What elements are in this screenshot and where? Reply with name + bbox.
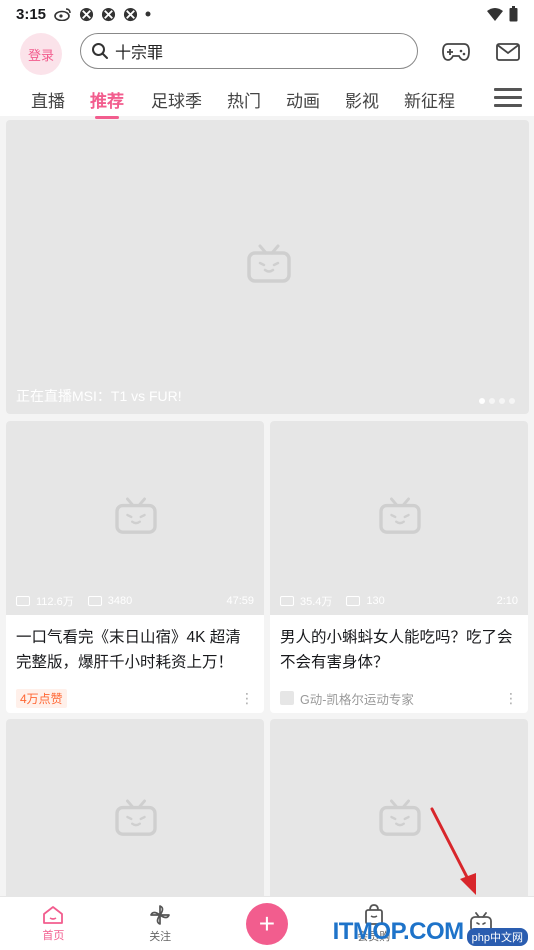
video-stats: 35.4万 130 2:10	[280, 593, 518, 609]
menu-line	[494, 103, 522, 107]
video-thumbnail: 112.6万 3480 47:59	[6, 421, 264, 615]
search-input[interactable]: 十宗罪	[80, 33, 418, 69]
menu-line	[494, 95, 522, 99]
play-count-icon	[280, 596, 294, 606]
annotation-arrow-icon	[430, 807, 476, 895]
search-icon	[92, 43, 108, 59]
publish-button[interactable]: +	[245, 902, 288, 945]
more-options-icon[interactable]: ⋮	[240, 691, 254, 705]
video-duration: 2:10	[496, 595, 518, 607]
home-icon	[43, 905, 64, 924]
tab-live[interactable]: 直播	[31, 87, 65, 112]
nav-home[interactable]: 首页	[0, 897, 107, 950]
pager-dot	[489, 398, 495, 404]
tab-new-journey[interactable]: 新征程	[404, 87, 455, 112]
comment-count-icon	[87, 596, 102, 606]
video-card[interactable]: 35.4万 130 2:10 男人的小蝌蚪女人能吃吗？吃了会不会有害身体？ G动…	[270, 421, 528, 713]
search-text: 十宗罪	[115, 45, 164, 62]
status-notification-icons	[54, 7, 151, 22]
more-options-icon[interactable]: ⋮	[504, 691, 518, 705]
tv-placeholder-icon	[115, 799, 157, 836]
app-screen: 3:15 登录 十宗罪 直播 推荐 足球季 热门 动画 影视 新征程 正在直播M…	[0, 0, 534, 950]
comment-count: 3480	[107, 595, 133, 607]
live-banner[interactable]: 正在直播MSI：T1 vs FUR!	[6, 120, 529, 414]
video-card[interactable]	[270, 719, 528, 919]
pager-dot	[499, 398, 505, 404]
tab-football[interactable]: 足球季	[151, 87, 202, 112]
battery-icon	[509, 6, 518, 22]
video-title: 男人的小蝌蚪女人能吃吗？吃了会不会有害身体？	[280, 629, 513, 671]
banner-title: 正在直播MSI：T1 vs FUR!	[16, 388, 182, 404]
author-avatar	[280, 691, 294, 705]
nav-follow[interactable]: 关注	[107, 897, 214, 950]
video-card[interactable]: 112.6万 3480 47:59 一口气看完《末日山宿》4K 超清完整版，爆肝…	[6, 421, 264, 713]
video-meta: G动-凯格尔运动专家 ⋮	[270, 687, 528, 709]
app-icon	[123, 7, 138, 21]
nav-follow-label: 关注	[149, 930, 172, 943]
status-system-icons	[487, 6, 518, 22]
pager-dot	[479, 398, 485, 404]
video-meta: 4万点赞 ⋮	[6, 687, 264, 709]
likes-badge: 4万点赞	[16, 688, 67, 708]
login-button[interactable]: 登录	[20, 33, 62, 75]
dot-icon	[145, 11, 151, 17]
wifi-icon	[487, 7, 503, 21]
mail-icon	[496, 43, 520, 61]
game-icon	[442, 43, 470, 61]
view-count: 112.6万	[36, 596, 74, 608]
comment-count-icon	[346, 596, 361, 606]
video-thumbnail: 35.4万 130 2:10	[270, 421, 528, 615]
video-title: 一口气看完《末日山宿》4K 超清完整版，爆肝千小时耗资上万！	[16, 629, 241, 671]
watermark-badge: php中文网	[466, 928, 528, 946]
comment-count: 130	[366, 595, 385, 607]
nav-home-label: 首页	[42, 929, 65, 942]
video-thumbnail	[6, 719, 264, 919]
play-count-icon	[16, 596, 30, 606]
channel-menu-button[interactable]	[494, 82, 522, 112]
video-card[interactable]	[6, 719, 264, 919]
tab-anime[interactable]: 动画	[286, 87, 320, 112]
tv-placeholder-icon	[247, 244, 291, 283]
tab-hot[interactable]: 热门	[227, 87, 261, 112]
menu-line	[494, 87, 522, 91]
pinwheel-icon	[150, 904, 171, 925]
game-button[interactable]	[442, 38, 470, 66]
video-duration: 47:59	[226, 595, 254, 607]
banner-pager	[479, 398, 515, 404]
app-icon	[79, 7, 94, 21]
top-header: 登录 十宗罪 直播 推荐 足球季 热门 动画 影视 新征程	[0, 28, 534, 119]
tv-placeholder-icon	[379, 497, 421, 534]
video-thumbnail	[270, 719, 528, 919]
author-name[interactable]: G动-凯格尔运动专家	[300, 689, 414, 708]
watermark: ITMOP.COM php中文网	[333, 918, 528, 946]
weibo-icon	[54, 8, 71, 21]
app-icon	[101, 7, 116, 21]
pager-dot	[509, 398, 515, 404]
status-time: 3:15	[16, 5, 47, 23]
watermark-text: ITMOP.COM	[332, 918, 465, 945]
tv-placeholder-icon	[379, 799, 421, 836]
channel-tabs: 直播 推荐 足球季 热门 动画 影视 新征程	[0, 82, 534, 119]
tv-placeholder-icon	[115, 497, 157, 534]
status-bar: 3:15	[0, 0, 534, 28]
tab-film[interactable]: 影视	[345, 87, 379, 112]
view-count: 35.4万	[300, 596, 333, 608]
mail-button[interactable]	[494, 38, 522, 66]
tab-recommend[interactable]: 推荐	[90, 87, 124, 119]
nav-publish[interactable]: +	[214, 897, 321, 950]
video-stats: 112.6万 3480 47:59	[16, 593, 254, 609]
